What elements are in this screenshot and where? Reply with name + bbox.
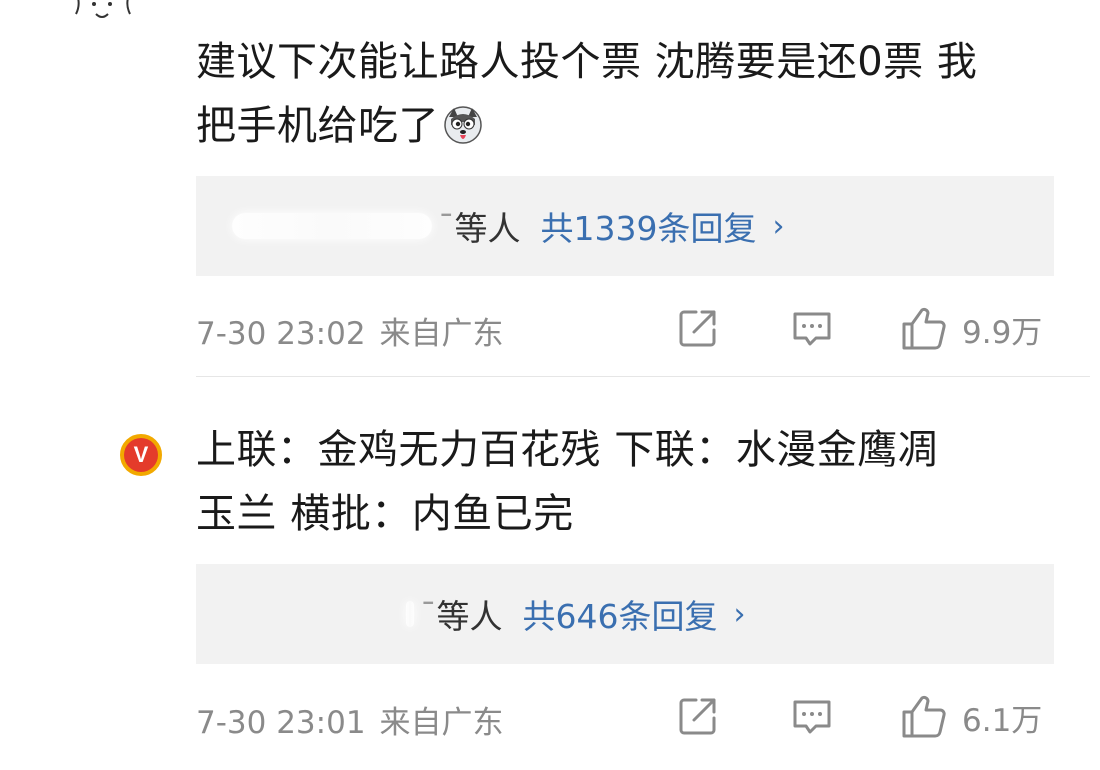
share-button[interactable] — [676, 694, 720, 738]
share-icon — [679, 698, 716, 735]
replies-total-link[interactable]: 共1339条回复 — [541, 202, 757, 250]
replies-summary[interactable]: ˉ 等人 共646条回复 › — [196, 564, 1054, 664]
comment-location: 来自广东 — [379, 316, 504, 352]
comment-text: 上联：金鸡无力百花残 下联：水漫金鹰凋 玉兰 横批：内鱼已完 — [196, 418, 1066, 546]
reply-button[interactable] — [790, 694, 834, 738]
like-count: 6.1万 — [962, 702, 1043, 739]
avatar[interactable] — [48, 0, 158, 80]
verified-badge: V — [116, 430, 166, 480]
blurred-username — [406, 601, 414, 627]
comment-text-line: 把手机给吃了 — [196, 94, 1066, 164]
like-button[interactable]: 9.9万 — [900, 306, 1042, 352]
comment-text-line: 玉兰 横批：内鱼已完 — [196, 491, 574, 537]
like-count: 9.9万 — [962, 314, 1043, 351]
sketch-face-icon — [75, 0, 131, 18]
comment-meta: 7-30 23:02 来自广东 — [196, 308, 504, 353]
comment-bubble-icon — [793, 312, 831, 346]
comment-text: 建议下次能让路人投个票 沈腾要是还0票 我 把手机给吃了 — [196, 30, 1066, 164]
comment-text-line: 建议下次能让路人投个票 沈腾要是还0票 我 — [196, 39, 978, 85]
comment-location: 来自广东 — [379, 705, 504, 741]
comment-date: 7-30 23:02 — [196, 316, 366, 352]
thumbs-up-icon — [902, 695, 946, 738]
comment-feed: 建议下次能让路人投个票 沈腾要是还0票 我 把手机给吃了 ˉ 等人 共1339条… — [0, 0, 1100, 770]
comment-text-line: 上联：金鸡无力百花残 下联：水漫金鹰凋 — [196, 427, 939, 473]
chevron-right-icon: › — [772, 208, 785, 244]
comment-meta: 7-30 23:01 来自广东 — [196, 697, 504, 742]
comment-divider — [196, 376, 1090, 377]
thumbs-up-icon — [902, 307, 946, 350]
replies-summary-content: ˉ 等人 共1339条回复 › — [232, 176, 784, 276]
replies-and-others: 等人 — [436, 597, 503, 636]
partial-username: ˉ — [420, 594, 437, 634]
like-button[interactable]: 6.1万 — [900, 694, 1042, 740]
replies-summary[interactable]: ˉ 等人 共1339条回复 › — [196, 176, 1054, 276]
share-button[interactable] — [676, 306, 720, 350]
comment-bubble-icon — [793, 700, 831, 734]
blurred-username — [232, 213, 432, 239]
verified-v-icon: V — [124, 438, 158, 472]
replies-total-link[interactable]: 共646条回复 — [523, 590, 718, 638]
partial-username: ˉ — [438, 206, 455, 246]
replies-summary-content: ˉ 等人 共646条回复 › — [406, 564, 746, 664]
comment-date: 7-30 23:01 — [196, 705, 366, 741]
chevron-right-icon: › — [733, 596, 746, 632]
husky-dog-emoji-icon — [443, 100, 483, 164]
share-icon — [679, 310, 716, 347]
comment-text-fragment: 把手机给吃了 — [196, 103, 439, 149]
reply-button[interactable] — [790, 306, 834, 350]
replies-and-others: 等人 — [454, 209, 521, 248]
